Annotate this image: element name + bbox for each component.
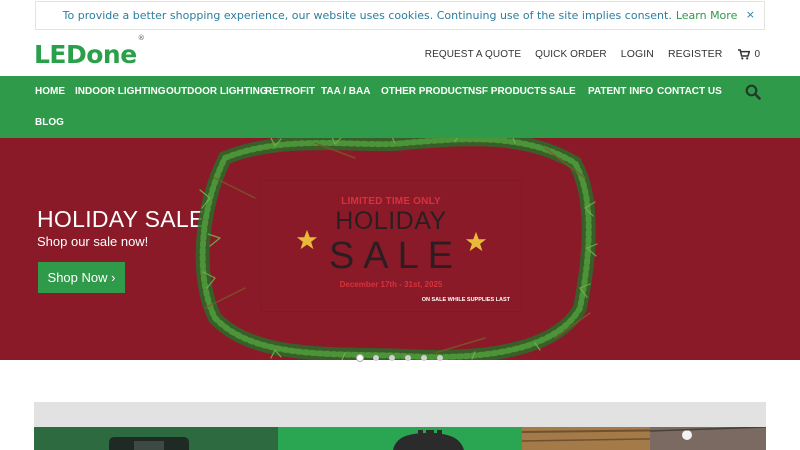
carousel-dot[interactable] [421,355,427,361]
login-link[interactable]: LOGIN [621,48,654,60]
logo[interactable]: LEDone® [34,34,145,69]
cookie-banner: To provide a better shopping experience,… [35,1,765,30]
nav-item-nsf-products[interactable]: NSF PRODUCTS [468,86,547,97]
warehouse-image [522,427,766,450]
hero-title: HOLIDAY SALE [37,206,205,232]
shop-now-button[interactable]: Shop Now › [38,262,125,293]
carousel-dot[interactable] [405,355,411,361]
cart-button[interactable]: 0 [738,49,760,60]
star-icon [465,231,487,252]
carousel-dot[interactable] [389,355,395,361]
cookie-message: To provide a better shopping experience,… [62,9,672,22]
nav-item-indoor-lighting[interactable]: INDOOR LIGHTING [75,86,166,97]
category-tile[interactable] [34,427,278,450]
supplies-note: ON SALE WHILE SUPPLIES LAST [421,297,510,303]
nav-item-other-product[interactable]: OTHER PRODUCT [381,86,468,97]
nav-item-outdoor-lighting[interactable]: OUTDOOR LIGHTING [166,86,268,97]
sale-dates: December 17th - 31st, 2025 [339,280,443,289]
nav-item-retrofit[interactable]: RETROFIT [265,86,315,97]
search-icon[interactable] [745,84,761,100]
request-quote-link[interactable]: REQUEST A QUOTE [425,49,521,60]
nav-item-blog[interactable]: BLOG [35,117,64,128]
site-header: LEDone® REQUEST A QUOTE QUICK ORDER LOGI… [0,30,800,76]
nav-item-taa-baa[interactable]: TAA / BAA [321,86,370,97]
logo-text: LEDone [34,40,137,69]
quick-order-link[interactable]: QUICK ORDER [535,49,607,60]
close-icon[interactable]: × [746,8,755,21]
top-links: REQUEST A QUOTE QUICK ORDER LOGIN REGIST… [411,48,760,60]
cart-icon [738,48,751,59]
hero-subtitle: Shop our sale now! [37,234,149,249]
hero-banner: HOLIDAY SALE Shop our sale now! Shop Now… [0,138,800,360]
cart-count: 0 [754,48,760,60]
fixture-image [393,428,464,450]
nav-item-patent-info[interactable]: PATENT INFO [588,86,653,97]
carousel-dot[interactable] [437,355,443,361]
limited-time-text: LIMITED TIME ONLY [341,196,441,207]
carousel-dot[interactable] [357,355,363,361]
registered-mark: ® [137,33,145,42]
learn-more-link[interactable]: Learn More [676,9,738,22]
nav-item-contact-us[interactable]: CONTACT US [657,86,722,97]
nav-item-sale[interactable]: SALE [549,86,576,97]
nav-item-home[interactable]: HOME [35,86,65,97]
carousel-dots [0,355,800,363]
star-icon [296,229,318,250]
main-nav: HOME INDOOR LIGHTING OUTDOOR LIGHTING RE… [0,76,800,138]
register-link[interactable]: REGISTER [668,48,722,60]
fixture-image [109,437,189,450]
carousel-dot[interactable] [373,355,379,361]
category-tile[interactable] [522,427,766,450]
category-tile[interactable] [278,427,522,450]
